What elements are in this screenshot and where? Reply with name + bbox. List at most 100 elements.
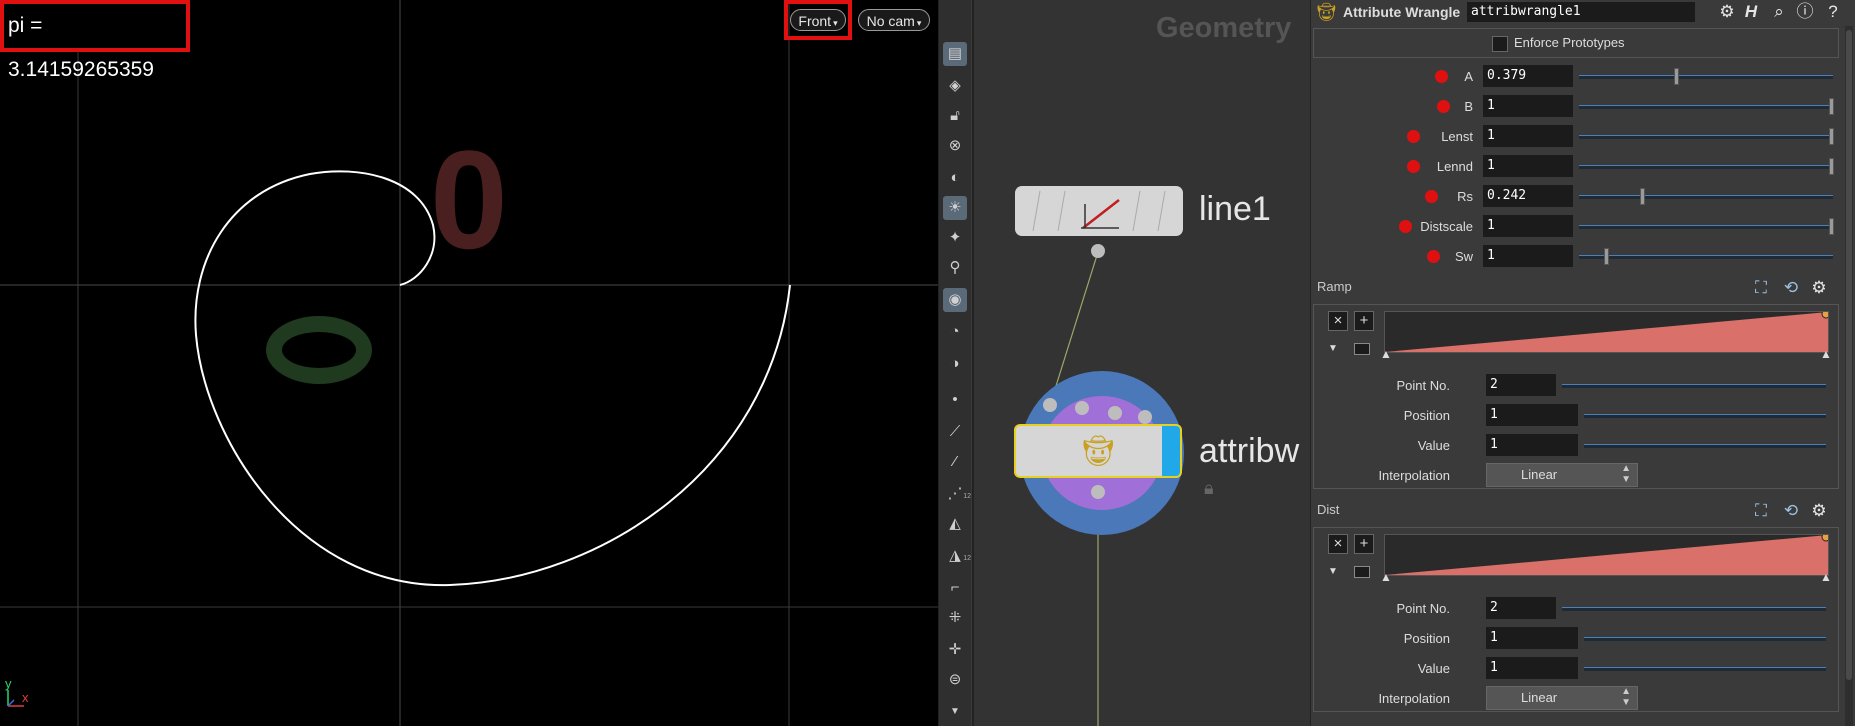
node-input-connector[interactable] bbox=[1075, 401, 1089, 415]
slider-handle[interactable] bbox=[1829, 128, 1834, 145]
selection-mask-icon[interactable]: ◈ bbox=[943, 74, 967, 98]
help-icon[interactable]: ? bbox=[1823, 2, 1843, 22]
keyframe-dot-icon[interactable] bbox=[1407, 130, 1420, 143]
slider-handle[interactable] bbox=[1674, 68, 1679, 85]
brush-icon[interactable]: ⟋ bbox=[943, 420, 967, 444]
param-slider[interactable] bbox=[1579, 165, 1833, 169]
help-h-icon[interactable]: H bbox=[1741, 2, 1761, 22]
ramp-mode-icon[interactable] bbox=[1354, 343, 1370, 355]
slider-handle[interactable] bbox=[1829, 98, 1834, 115]
interpolation-select[interactable]: Linear ▲ ▼ bbox=[1486, 463, 1638, 487]
keyframe-dot-icon[interactable] bbox=[1399, 220, 1412, 233]
param-field[interactable]: 1 bbox=[1483, 125, 1573, 147]
ramp-graph[interactable] bbox=[1384, 309, 1831, 353]
node-attribwrangle1[interactable]: 🤠︎ bbox=[1014, 424, 1182, 478]
chevron-down-icon[interactable]: ▼ bbox=[1328, 343, 1338, 354]
param-slider[interactable] bbox=[1579, 225, 1833, 229]
shading-icon[interactable]: ◐ bbox=[943, 166, 967, 190]
param-field[interactable]: 0.242 bbox=[1483, 185, 1573, 207]
eye-icon[interactable]: ◑ bbox=[943, 352, 967, 376]
eye-icon[interactable]: ◔ bbox=[943, 320, 967, 344]
pin-icon[interactable]: ⁄ bbox=[943, 450, 967, 474]
keyframe-dot-icon[interactable] bbox=[1407, 160, 1420, 173]
position-field[interactable]: 1 bbox=[1486, 627, 1578, 649]
slider-handle[interactable] bbox=[1829, 158, 1834, 175]
node-output-connector[interactable] bbox=[1091, 485, 1105, 499]
viewport-3d[interactable]: 0 pi = 3.14159265359 Front ▾ No cam ▾ y x bbox=[0, 0, 938, 726]
scrollbar-thumb[interactable] bbox=[1846, 30, 1852, 680]
value-slider[interactable] bbox=[1584, 444, 1826, 448]
snapping-icon[interactable]: ⁜ bbox=[943, 606, 967, 630]
ghost-icon[interactable]: ⊗ bbox=[943, 134, 967, 158]
point-no-field[interactable]: 2 bbox=[1486, 597, 1556, 619]
point-no-slider[interactable] bbox=[1562, 607, 1826, 611]
gear-icon[interactable]: ⚙ bbox=[1809, 278, 1829, 298]
position-field[interactable]: 1 bbox=[1486, 404, 1578, 426]
position-slider[interactable] bbox=[1584, 414, 1826, 418]
interpolation-select[interactable]: Linear ▲ ▼ bbox=[1486, 686, 1638, 710]
keyframe-dot-icon[interactable] bbox=[1427, 250, 1440, 263]
param-slider[interactable] bbox=[1579, 255, 1833, 259]
param-field[interactable]: 0.379 bbox=[1483, 65, 1573, 87]
point-no-field[interactable]: 2 bbox=[1486, 374, 1556, 396]
value-slider[interactable] bbox=[1584, 667, 1826, 671]
info-icon[interactable]: ⓘ bbox=[1795, 2, 1815, 22]
node-input-connector[interactable] bbox=[1108, 406, 1122, 420]
node-input-connector[interactable] bbox=[1138, 410, 1152, 424]
network-editor[interactable]: Geometry line1 🤠︎ attribw 🔒︎ bbox=[972, 0, 1312, 726]
display-flag[interactable] bbox=[1162, 426, 1180, 476]
value-field[interactable]: 1 bbox=[1486, 434, 1578, 456]
ramp-remove-button[interactable]: × bbox=[1328, 311, 1348, 331]
geometry-icon[interactable]: ◭ bbox=[943, 512, 967, 536]
param-field[interactable]: 1 bbox=[1483, 155, 1573, 177]
light-link-icon[interactable]: ⚲ bbox=[943, 256, 967, 280]
ramp-graph[interactable] bbox=[1384, 532, 1831, 576]
position-slider[interactable] bbox=[1584, 637, 1826, 641]
param-field[interactable]: 1 bbox=[1483, 95, 1573, 117]
headlight-icon[interactable]: ✦ bbox=[943, 226, 967, 250]
slider-handle[interactable] bbox=[1829, 218, 1834, 235]
node-name-field[interactable]: attribwrangle1 bbox=[1467, 2, 1695, 22]
ramp-mode-icon[interactable] bbox=[1354, 566, 1370, 578]
measure-icon[interactable]: ⌐ bbox=[943, 576, 967, 600]
node-line1[interactable] bbox=[1015, 186, 1183, 236]
search-icon[interactable]: ⌕ bbox=[1769, 2, 1789, 22]
number-points-icon[interactable]: ⋰ 12 bbox=[943, 482, 972, 506]
node-input-connector[interactable] bbox=[1043, 398, 1057, 412]
ramp-add-button[interactable]: + bbox=[1354, 311, 1374, 331]
ramp-key-handle[interactable]: ▲ bbox=[1380, 570, 1392, 584]
keyframe-dot-icon[interactable] bbox=[1425, 190, 1438, 203]
chevron-down-icon[interactable]: ▼ bbox=[1328, 566, 1338, 577]
number-prims-icon[interactable]: ◮ 12 bbox=[943, 544, 971, 568]
ramp-key-handle[interactable]: ▲ bbox=[1820, 570, 1832, 584]
value-field[interactable]: 1 bbox=[1486, 657, 1578, 679]
chevron-down-icon[interactable]: ▼ bbox=[943, 700, 967, 724]
ramp-reset-icon[interactable]: ⟲ bbox=[1781, 501, 1801, 521]
ramp-reset-icon[interactable]: ⟲ bbox=[1781, 278, 1801, 298]
handle-icon[interactable]: ✛ bbox=[943, 638, 967, 662]
display-options-icon[interactable]: ▤ bbox=[943, 42, 967, 66]
ramp-add-button[interactable]: + bbox=[1354, 534, 1374, 554]
slider-handle[interactable] bbox=[1604, 248, 1609, 265]
param-slider[interactable] bbox=[1579, 135, 1833, 139]
ramp-key-handle[interactable]: ▲ bbox=[1380, 347, 1392, 361]
point-no-slider[interactable] bbox=[1562, 384, 1826, 388]
slider-handle[interactable] bbox=[1640, 188, 1645, 205]
gear-icon[interactable]: ⚙ bbox=[1717, 2, 1737, 22]
ramp-preset-icon[interactable]: ⛶ bbox=[1751, 501, 1771, 521]
keyframe-dot-icon[interactable] bbox=[1437, 100, 1450, 113]
light-icon[interactable]: ☀ bbox=[943, 196, 967, 220]
lock-icon[interactable]: 🔒︎ bbox=[1204, 478, 1214, 499]
param-field[interactable]: 1 bbox=[1483, 215, 1573, 237]
node-output-connector[interactable] bbox=[1091, 244, 1105, 258]
param-slider[interactable] bbox=[1579, 195, 1833, 199]
camera-menu[interactable]: No cam ▾ bbox=[858, 9, 930, 31]
param-slider[interactable] bbox=[1579, 105, 1833, 109]
point-icon[interactable]: • bbox=[943, 388, 967, 412]
save-view-icon[interactable]: ⊜ bbox=[943, 668, 967, 692]
param-slider[interactable] bbox=[1579, 75, 1833, 79]
gear-icon[interactable]: ⚙ bbox=[1809, 501, 1829, 521]
ramp-preset-icon[interactable]: ⛶ bbox=[1751, 278, 1771, 298]
lock-icon[interactable]: 🔓︎ bbox=[943, 104, 967, 128]
camera-icon[interactable]: ◉ bbox=[943, 288, 967, 312]
